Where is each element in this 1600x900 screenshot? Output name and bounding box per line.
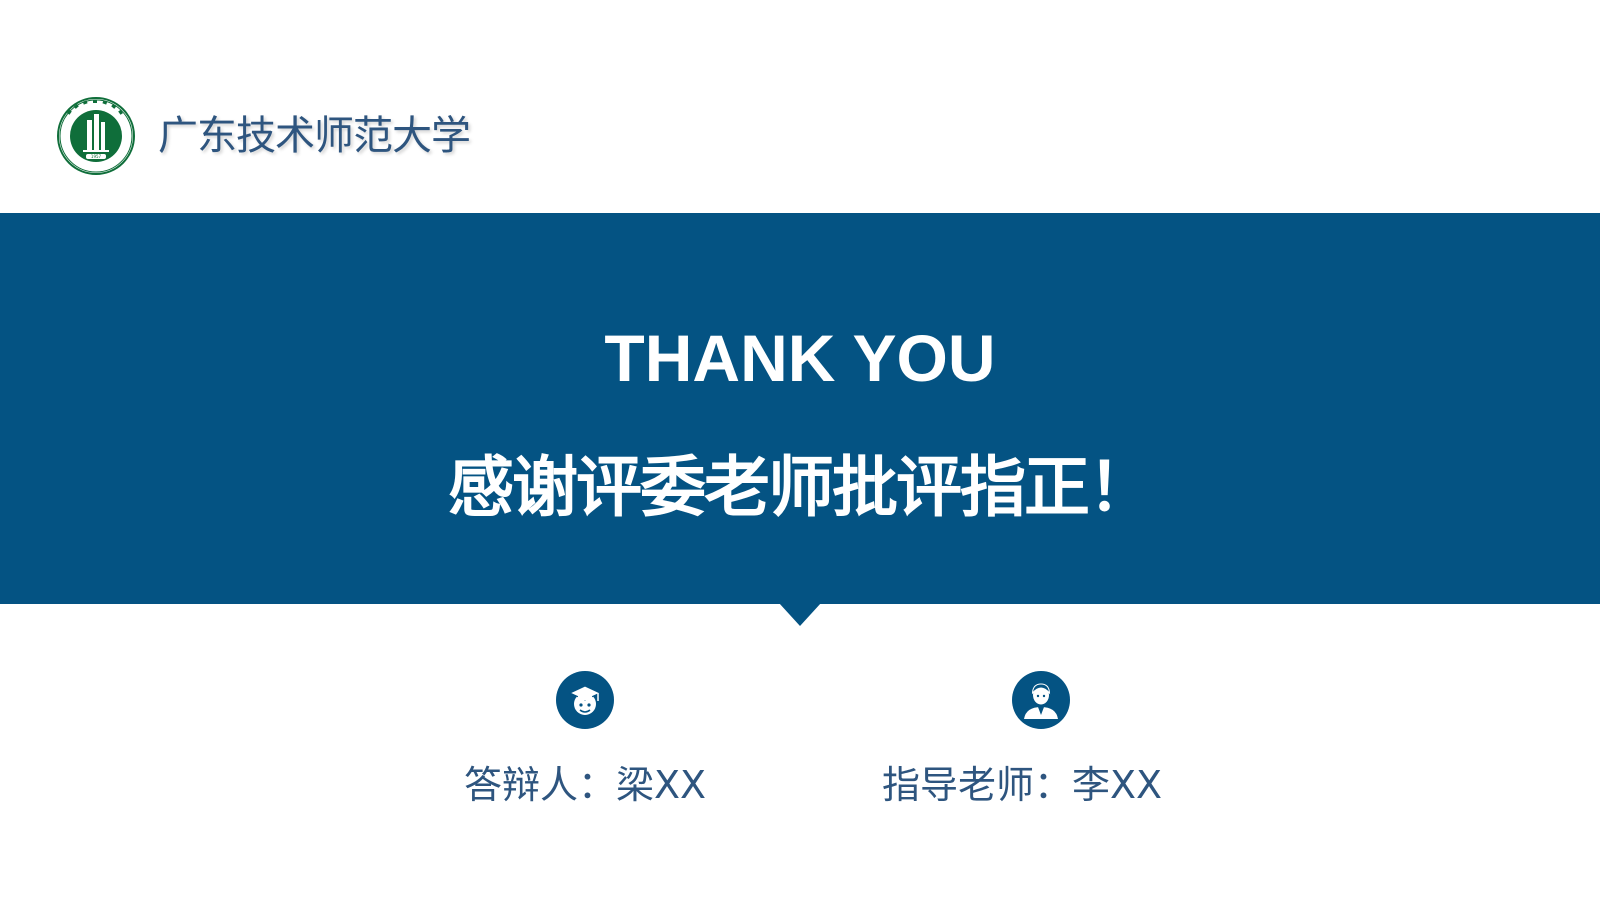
graduate-cap-icon — [556, 671, 614, 729]
banner-pointer — [779, 603, 821, 626]
university-name: 广东技术师范大学 — [158, 113, 471, 159]
advisor-label: 指导老师：李XX — [881, 763, 1163, 807]
defender-label: 答辩人：梁XX — [463, 763, 707, 807]
slide: 1957 广东技术师范大学 THANK YOU 感谢评委老师批评指正！ 答辩人：… — [0, 0, 1600, 900]
logo-year: 1957 — [91, 154, 102, 159]
thanks-committee-subtitle: 感谢评委老师批评指正！ — [448, 449, 1154, 526]
title-banner — [0, 213, 1600, 604]
teacher-avatar-icon — [1012, 671, 1070, 729]
thank-you-title: THANK YOU — [604, 321, 996, 395]
university-seal-icon: 1957 — [56, 96, 136, 176]
